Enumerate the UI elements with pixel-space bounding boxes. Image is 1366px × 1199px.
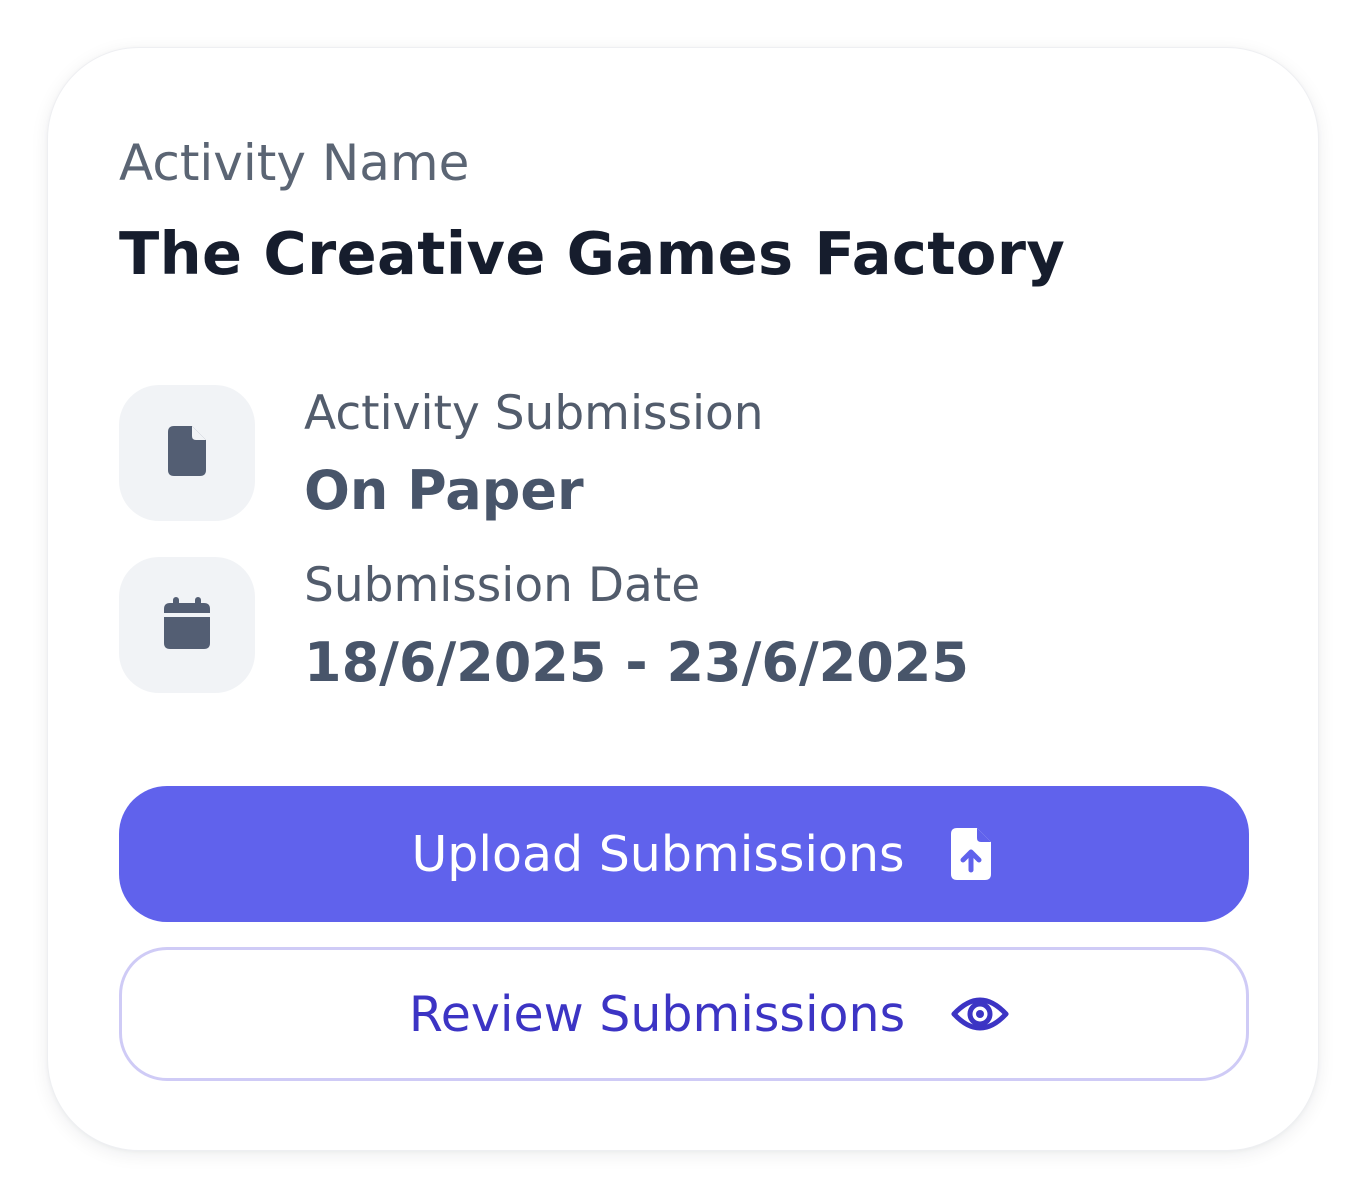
review-submissions-button[interactable]: Review Submissions <box>119 947 1249 1081</box>
activity-submission-value: On Paper <box>304 459 584 522</box>
file-icon-container <box>119 385 255 521</box>
activity-card: Activity Name The Creative Games Factory… <box>47 47 1319 1151</box>
activity-submission-label: Activity Submission <box>304 386 764 441</box>
calendar-icon <box>164 597 210 653</box>
file-icon <box>168 426 206 480</box>
submission-date-label: Submission Date <box>304 558 701 613</box>
file-upload-icon <box>950 828 991 880</box>
activity-name-label: Activity Name <box>119 134 470 192</box>
upload-submissions-button[interactable]: Upload Submissions <box>119 786 1249 922</box>
eye-icon <box>951 992 1009 1036</box>
review-submissions-label: Review Submissions <box>408 985 906 1043</box>
upload-submissions-label: Upload Submissions <box>411 825 905 883</box>
activity-name-value: The Creative Games Factory <box>119 219 1066 288</box>
activity-submission-row: Activity Submission On Paper <box>119 385 1119 522</box>
calendar-icon-container <box>119 557 255 693</box>
submission-date-row: Submission Date 18/6/2025 - 23/6/2025 <box>119 557 1119 694</box>
submission-date-value: 18/6/2025 - 23/6/2025 <box>304 631 969 694</box>
